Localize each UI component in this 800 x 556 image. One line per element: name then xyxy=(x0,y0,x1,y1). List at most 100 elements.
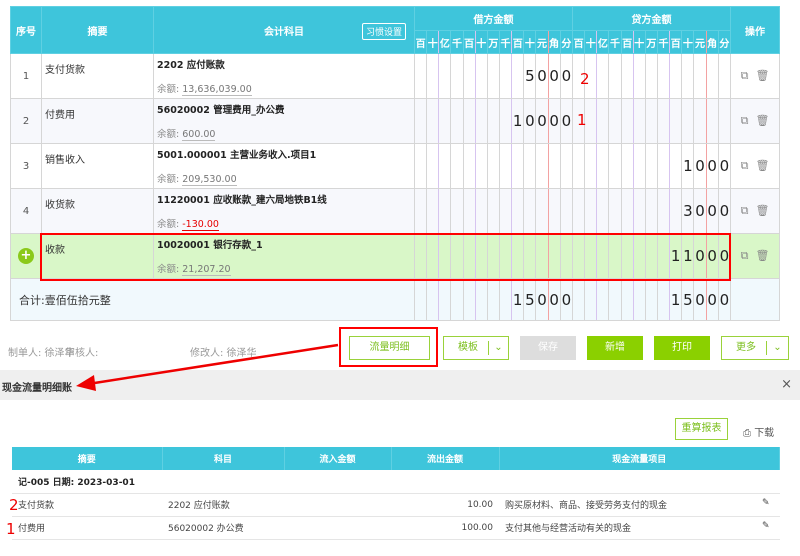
cashflow-detail-button[interactable]: 流量明细 xyxy=(349,336,430,360)
download-button[interactable]: ⎙ 下载 xyxy=(743,424,774,439)
edit-icon[interactable]: ✎ xyxy=(762,498,770,508)
debit-digit[interactable] xyxy=(426,53,440,99)
credit-digit[interactable] xyxy=(681,98,695,144)
total-debit-digit[interactable]: 0 xyxy=(559,278,574,321)
total-debit-digit[interactable] xyxy=(413,278,428,321)
credit-digit[interactable] xyxy=(584,143,598,189)
debit-digit[interactable] xyxy=(523,188,537,234)
credit-digit[interactable] xyxy=(681,53,695,99)
total-credit-digit[interactable] xyxy=(584,278,598,321)
total-debit-digit[interactable]: 5 xyxy=(523,278,537,321)
debit-digit[interactable] xyxy=(474,53,488,99)
credit-digit[interactable] xyxy=(620,53,634,99)
debit-digit[interactable] xyxy=(511,143,525,189)
debit-digit[interactable] xyxy=(474,98,488,144)
credit-digit[interactable] xyxy=(596,143,610,189)
debit-digit[interactable] xyxy=(413,98,428,144)
debit-digit[interactable] xyxy=(413,53,428,99)
summary-cell[interactable]: 收货款 xyxy=(41,188,154,234)
total-debit-digit[interactable] xyxy=(474,278,488,321)
total-debit-digit[interactable] xyxy=(438,278,452,321)
debit-digit[interactable] xyxy=(559,143,574,189)
debit-digit[interactable]: 0 xyxy=(523,98,537,144)
total-debit-digit[interactable]: 1 xyxy=(511,278,525,321)
total-credit-digit[interactable] xyxy=(571,278,586,321)
total-credit-digit[interactable]: 1 xyxy=(669,278,683,321)
total-credit-digit[interactable] xyxy=(620,278,634,321)
credit-digit[interactable] xyxy=(608,53,622,99)
account-cell[interactable]: 11220001 应收账款_建六局地铁B1线 余额: -130.00 xyxy=(153,188,415,234)
debit-digit[interactable]: 0 xyxy=(535,98,549,144)
close-icon[interactable]: × xyxy=(781,377,792,392)
credit-digit[interactable]: 0 xyxy=(693,143,707,189)
print-button[interactable]: 打印 xyxy=(654,336,710,360)
debit-digit[interactable] xyxy=(462,143,476,189)
trash-icon[interactable]: 🗑 xyxy=(755,114,769,127)
total-credit-digit[interactable] xyxy=(656,278,671,321)
credit-digit[interactable] xyxy=(717,53,732,99)
debit-digit[interactable] xyxy=(450,53,464,99)
debit-digit[interactable] xyxy=(511,188,525,234)
copy-row-icon[interactable]: ⧉ xyxy=(741,204,749,217)
debit-digit[interactable] xyxy=(498,188,513,234)
credit-digit[interactable] xyxy=(596,188,610,234)
debit-digit[interactable] xyxy=(523,143,537,189)
debit-digit[interactable] xyxy=(535,188,549,234)
credit-digit[interactable] xyxy=(596,98,610,144)
recalc-report-button[interactable]: 重算报表 xyxy=(675,418,728,440)
debit-digit[interactable]: 5 xyxy=(523,53,537,99)
credit-digit[interactable] xyxy=(571,188,586,234)
credit-digit[interactable] xyxy=(620,143,634,189)
credit-digit[interactable] xyxy=(705,53,719,99)
debit-digit[interactable] xyxy=(559,188,574,234)
credit-digit[interactable] xyxy=(644,53,658,99)
add-button[interactable]: 新增 xyxy=(587,336,643,360)
credit-digit[interactable] xyxy=(644,98,658,144)
debit-digit[interactable] xyxy=(511,53,525,99)
total-debit-digit[interactable] xyxy=(498,278,513,321)
debit-digit[interactable]: 0 xyxy=(559,53,574,99)
debit-digit[interactable]: 0 xyxy=(559,98,574,144)
total-credit-digit[interactable] xyxy=(608,278,622,321)
credit-digit[interactable] xyxy=(669,143,683,189)
debit-digit[interactable]: 0 xyxy=(547,53,561,99)
credit-digit[interactable] xyxy=(693,53,707,99)
debit-digit[interactable] xyxy=(547,143,561,189)
debit-digit[interactable] xyxy=(486,53,500,99)
total-credit-digit[interactable] xyxy=(632,278,646,321)
summary-cell[interactable]: 付费用 xyxy=(41,98,154,144)
debit-digit[interactable] xyxy=(413,188,428,234)
credit-digit[interactable] xyxy=(705,98,719,144)
debit-digit[interactable] xyxy=(474,188,488,234)
debit-digit[interactable] xyxy=(498,98,513,144)
credit-digit[interactable] xyxy=(717,98,732,144)
summary-cell[interactable]: 销售收入 xyxy=(41,143,154,189)
total-debit-digit[interactable] xyxy=(486,278,500,321)
debit-digit[interactable] xyxy=(486,188,500,234)
credit-digit[interactable]: 0 xyxy=(705,143,719,189)
account-cell[interactable]: 2202 应付账款 余额: 13,636,039.00 xyxy=(153,53,415,99)
credit-digit[interactable] xyxy=(608,188,622,234)
credit-digit[interactable]: 0 xyxy=(693,188,707,234)
total-debit-digit[interactable]: 0 xyxy=(547,278,561,321)
debit-digit[interactable] xyxy=(426,98,440,144)
credit-digit[interactable] xyxy=(656,53,671,99)
credit-digit[interactable] xyxy=(632,98,646,144)
debit-digit[interactable] xyxy=(413,143,428,189)
debit-digit[interactable] xyxy=(462,98,476,144)
credit-digit[interactable] xyxy=(656,188,671,234)
edit-icon[interactable]: ✎ xyxy=(762,521,770,531)
credit-digit[interactable] xyxy=(632,188,646,234)
copy-row-icon[interactable]: ⧉ xyxy=(741,159,749,172)
copy-row-icon[interactable]: ⧉ xyxy=(741,249,749,262)
total-debit-digit[interactable] xyxy=(462,278,476,321)
credit-digit[interactable]: 1 xyxy=(681,143,695,189)
debit-digit[interactable] xyxy=(438,143,452,189)
credit-digit[interactable] xyxy=(669,98,683,144)
credit-digit[interactable] xyxy=(632,143,646,189)
debit-digit[interactable]: 0 xyxy=(547,98,561,144)
debit-digit[interactable] xyxy=(438,53,452,99)
credit-digit[interactable]: 0 xyxy=(717,143,732,189)
credit-digit[interactable] xyxy=(608,143,622,189)
save-button[interactable]: 保存 xyxy=(520,336,576,360)
